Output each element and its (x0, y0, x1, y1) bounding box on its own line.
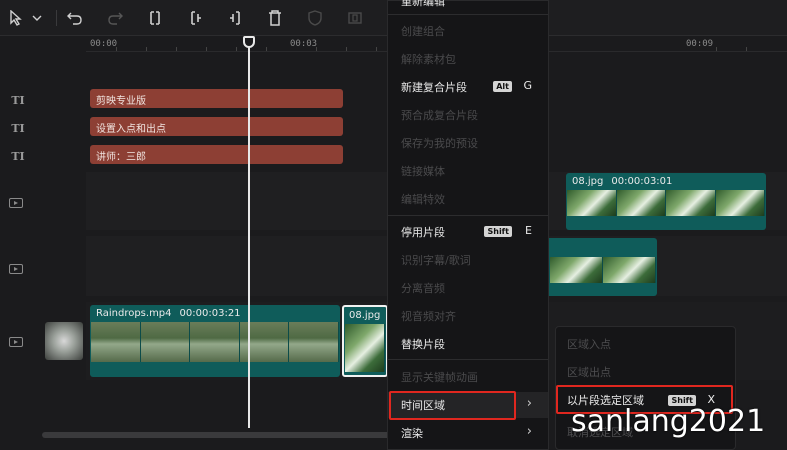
text-clip[interactable]: 剪映专业版 (90, 89, 343, 108)
clip-name: 08.jpg (572, 176, 604, 187)
menu-item-precompose[interactable]: 预合成复合片段 (388, 102, 548, 128)
ruler-tick: 00:09 (686, 39, 714, 49)
highlight-box (389, 391, 516, 420)
menu-item-create-group[interactable]: 创建组合 (388, 18, 548, 44)
video-track-icon (9, 337, 23, 347)
text-track-head: TI (0, 118, 86, 138)
ruler-tick: 00:03 (290, 39, 318, 49)
video-track-icon (9, 264, 23, 274)
shortcut-modifier: Shift (484, 226, 512, 237)
text-clip[interactable]: 讲师：三郎 (90, 145, 343, 164)
cover-thumbnail[interactable] (45, 322, 83, 360)
shortcut-key: G (523, 79, 532, 92)
menu-item-render[interactable]: 渲染 › (388, 420, 548, 446)
clip-duration: 00:00:03:21 (179, 308, 241, 319)
menu-item-recognize-subtitles[interactable]: 识别字幕/歌词 (388, 247, 548, 273)
overlay-video-clip[interactable] (549, 238, 657, 296)
watermark: sanlang2021 (571, 404, 766, 439)
menu-item-label: 渲染 (401, 427, 423, 440)
clip-name: Raindrops.mp4 (96, 308, 172, 319)
text-track-icon: TI (11, 93, 25, 107)
selected-image-clip[interactable]: 08.jpg (342, 305, 388, 377)
menu-item-show-keyframes[interactable]: 显示关键帧动画 (388, 364, 548, 390)
shortcut-key: E (525, 224, 532, 237)
menu-item-disable-clip[interactable]: 停用片段 Shift E (388, 219, 548, 245)
chevron-down-icon[interactable] (30, 8, 44, 28)
submenu-item-region-in[interactable]: 区域入点 (556, 330, 735, 358)
submenu-item-region-out[interactable]: 区域出点 (556, 358, 735, 386)
shortcut-modifier: Alt (493, 81, 512, 92)
context-menu: 重新编辑 创建组合 解除素材包 新建复合片段 Alt G 预合成复合片段 保存为… (387, 0, 549, 450)
text-track-head: TI (0, 146, 86, 166)
text-track-icon: TI (11, 121, 25, 135)
video-track-head (0, 259, 86, 279)
menu-item-link-media[interactable]: 链接媒体 (388, 158, 548, 184)
shield-icon[interactable] (306, 8, 324, 28)
menu-item-label: 新建复合片段 (401, 81, 467, 94)
overlay-video-clip[interactable]: 08.jpg 00:00:03:01 (566, 173, 766, 230)
clip-header: Raindrops.mp4 00:00:03:21 (96, 308, 249, 319)
delete-icon[interactable] (266, 8, 284, 28)
chevron-right-icon: › (526, 396, 532, 411)
playhead-line[interactable] (248, 44, 250, 428)
trim-right-icon[interactable] (226, 8, 244, 28)
clip-duration: 00:00:03:01 (611, 176, 673, 187)
video-track-icon (9, 198, 23, 208)
menu-item-replace-clip[interactable]: 替换片段 (388, 331, 548, 357)
clip-name: 08.jpg (349, 310, 381, 321)
text-track-head: TI (0, 90, 86, 110)
menu-item-new-compound-clip[interactable]: 新建复合片段 Alt G (388, 74, 548, 100)
main-video-clip[interactable]: Raindrops.mp4 00:00:03:21 (90, 305, 340, 377)
clip-header: 08.jpg 00:00:03:01 (572, 176, 680, 187)
playhead-handle[interactable] (243, 36, 255, 48)
menu-item-label: 停用片段 (401, 226, 445, 239)
text-clip[interactable]: 设置入点和出点 (90, 117, 343, 136)
undo-icon[interactable] (66, 8, 84, 28)
menu-item-separate-audio[interactable]: 分离音频 (388, 275, 548, 301)
menu-item-av-align[interactable]: 视音频对齐 (388, 303, 548, 329)
select-cursor-icon[interactable] (8, 8, 24, 28)
ruler-tick: 00:00 (90, 39, 118, 49)
video-track-head (0, 193, 86, 213)
split-icon[interactable] (146, 8, 164, 28)
crop-icon[interactable] (346, 8, 364, 28)
trim-left-icon[interactable] (187, 8, 205, 28)
menu-item-dissolve-pack[interactable]: 解除素材包 (388, 46, 548, 72)
menu-item-save-preset[interactable]: 保存为我的预设 (388, 130, 548, 156)
chevron-right-icon: › (526, 424, 532, 439)
menu-item-partial[interactable]: 重新编辑 (388, 0, 548, 14)
redo-icon[interactable] (106, 8, 124, 28)
text-track-icon: TI (11, 149, 25, 163)
menu-item-edit-effect[interactable]: 编辑特效 (388, 186, 548, 212)
